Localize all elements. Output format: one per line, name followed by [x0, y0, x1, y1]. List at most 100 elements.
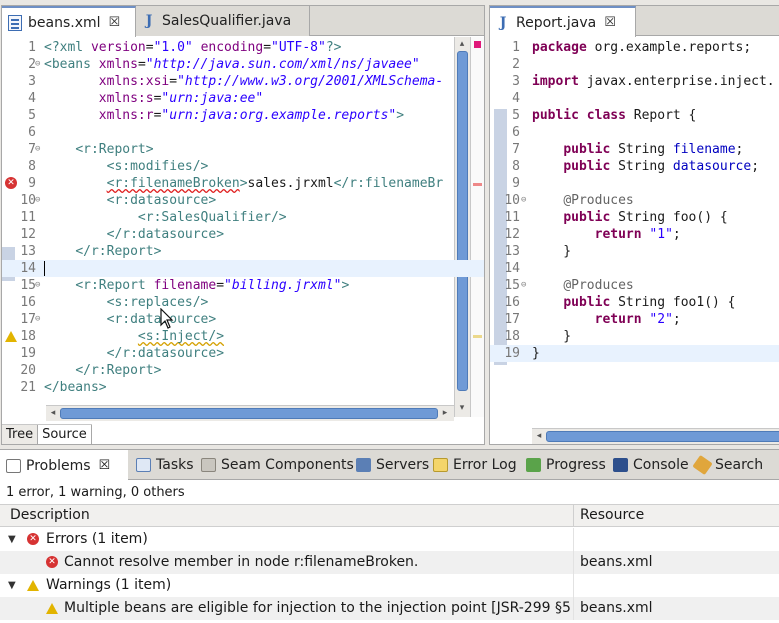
code-line[interactable]: 8 <s:modifies/> — [2, 158, 484, 175]
code-line[interactable]: 18 } — [490, 328, 779, 345]
tab-problems[interactable]: Problems ☒ — [0, 450, 128, 481]
code-line[interactable]: 17 return "2"; — [490, 311, 779, 328]
tab-report-java[interactable]: J Report.java ☒ — [490, 6, 636, 37]
code-line[interactable]: 16 <s:replaces/> — [2, 294, 484, 311]
tab-servers[interactable]: Servers — [356, 450, 429, 480]
code-line[interactable]: 9 <r:filenameBroken>sales.jrxml</r:filen… — [2, 175, 484, 192]
code-line[interactable]: 21 </beans> — [2, 379, 484, 396]
problem-row[interactable]: ✕ Cannot resolve member in node r:filena… — [0, 551, 779, 574]
tab-label: Console — [633, 457, 689, 473]
fold-icon[interactable]: ⊖ — [521, 192, 526, 209]
tab-error-log[interactable]: Error Log — [433, 450, 517, 480]
java-source-text[interactable]: ◂ 1 package org.example.reports; 2 3 import … — [490, 37, 779, 444]
code-line[interactable]: 3 xmlns:xsi="http://www.w3.org/2001/XMLS… — [2, 73, 484, 90]
code-line[interactable]: 16 public String foo1() { — [490, 294, 779, 311]
code-line[interactable]: 6 — [2, 124, 484, 141]
code-line[interactable]: 13 </r:Report> — [2, 243, 484, 260]
tab-progress[interactable]: Progress — [526, 450, 606, 480]
horizontal-scrollbar[interactable]: ◂ — [532, 428, 779, 444]
code-line[interactable]: 1 package org.example.reports; — [490, 39, 779, 56]
editor-mode-tabs: Tree Source — [2, 424, 92, 444]
code-line[interactable]: 4 — [490, 90, 779, 107]
tab-search[interactable]: Search — [692, 450, 763, 480]
code-line[interactable]: 2 <beans xmlns="http://java.sun.com/xml/n… — [2, 56, 484, 73]
scroll-down-icon[interactable]: ▾ — [455, 401, 469, 415]
scroll-left-icon[interactable]: ◂ — [46, 406, 60, 420]
line-number: 21 — [20, 380, 36, 395]
scroll-left-icon[interactable]: ◂ — [532, 429, 546, 443]
code-line[interactable]: 6 — [490, 124, 779, 141]
close-icon[interactable]: ☒ — [604, 15, 616, 30]
fold-icon[interactable]: ⊖ — [521, 277, 526, 294]
code-line[interactable]: 18 <s:Inject/> — [2, 328, 484, 345]
column-divider[interactable] — [573, 505, 574, 527]
close-icon[interactable]: ☒ — [109, 15, 121, 30]
code-line[interactable]: 15 @Produces ⊖ — [490, 277, 779, 294]
code-line[interactable]: 5 public class Report { — [490, 107, 779, 124]
code-line[interactable]: 13 } — [490, 243, 779, 260]
fold-icon[interactable]: ⊖ — [35, 56, 40, 73]
column-resource[interactable]: Resource — [580, 505, 644, 526]
code-line[interactable]: 10 @Produces ⊖ — [490, 192, 779, 209]
code-line[interactable]: 14 — [490, 260, 779, 277]
collapse-icon[interactable]: ▼ — [8, 574, 16, 597]
code-text: </r:datasource> — [44, 345, 224, 362]
tab-console[interactable]: Console — [613, 450, 689, 480]
scrollbar-thumb[interactable] — [546, 431, 779, 442]
tab-sales-qualifier-java[interactable]: J SalesQualifier.java — [136, 6, 310, 36]
group-row-warnings[interactable]: ▼ Warnings (1 item) — [0, 574, 779, 597]
code-text: <r:datasource> — [44, 192, 217, 209]
tab-tasks[interactable]: Tasks — [136, 450, 194, 480]
code-line[interactable]: 9 — [490, 175, 779, 192]
code-line[interactable]: 11 <r:SalesQualifier/> — [2, 209, 484, 226]
code-line[interactable]: 8 public String datasource; — [490, 158, 779, 175]
tab-seam-components[interactable]: Seam Components — [201, 450, 354, 480]
code-line[interactable]: 7 <r:Report> ⊖ — [2, 141, 484, 158]
scrollbar-thumb[interactable] — [60, 408, 438, 419]
code-line[interactable]: 20 </r:Report> — [2, 362, 484, 379]
column-description[interactable]: Description — [10, 505, 90, 526]
code-line[interactable]: 2 — [490, 56, 779, 73]
code-line[interactable]: 17 <r:datasource>⊖ — [2, 311, 484, 328]
code-token: public — [563, 295, 611, 310]
tab-source[interactable]: Source — [38, 425, 92, 444]
code-line[interactable]: 12 return "1"; — [490, 226, 779, 243]
xml-source-text[interactable]: ▴ ▾ ◂ ▸ 1 <?xml version="1.0" encoding="U… — [2, 37, 484, 444]
collapse-icon[interactable]: ▼ — [8, 528, 16, 551]
code-line[interactable]: 1 <?xml version="1.0" encoding="UTF-8"?> — [2, 39, 484, 56]
fold-icon[interactable]: ⊖ — [35, 141, 40, 158]
warning-marker-icon[interactable] — [5, 331, 17, 342]
problems-view[interactable]: Problems ☒ Tasks Seam Components Servers… — [0, 449, 779, 623]
close-icon[interactable]: ☒ — [99, 458, 111, 473]
code-token: "billing.jrxml" — [224, 278, 342, 293]
code-line[interactable]: 7 public String filename; — [490, 141, 779, 158]
code-line[interactable]: 12 </r:datasource> — [2, 226, 484, 243]
code-line[interactable]: 3 import javax.enterprise.inject. — [490, 73, 779, 90]
problem-row[interactable]: Multiple beans are eligible for injectio… — [0, 597, 779, 620]
beans-xml-editor[interactable]: beans.xml ☒ J SalesQualifier.java ▴ ▾ ◂ … — [1, 5, 485, 445]
error-marker-icon[interactable]: ✕ — [5, 177, 17, 189]
fold-icon[interactable]: ⊖ — [35, 192, 40, 209]
report-java-editor[interactable]: J Report.java ☒ ◂ 1 package org.example.r… — [489, 5, 779, 445]
scroll-right-icon[interactable]: ▸ — [438, 406, 452, 420]
group-row-errors[interactable]: ▼ ✕ Errors (1 item) — [0, 528, 779, 551]
horizontal-scrollbar[interactable]: ◂ ▸ — [46, 405, 454, 421]
code-line[interactable]: 15 <r:Report filename="billing.jrxml"> ⊖ — [2, 277, 484, 294]
fold-icon[interactable]: ⊖ — [35, 277, 40, 294]
code-line[interactable]: 4 xmlns:s="urn:java:ee" — [2, 90, 484, 107]
line-number: 5 — [512, 108, 520, 123]
fold-icon[interactable]: ⊖ — [35, 311, 40, 328]
code-line[interactable]: 19 </r:datasource> — [2, 345, 484, 362]
code-line[interactable]: 10 <r:datasource> ⊖ — [2, 192, 484, 209]
tab-beans-xml[interactable]: beans.xml ☒ — [2, 6, 136, 37]
tab-label: SalesQualifier.java — [162, 13, 292, 29]
code-token: = — [137, 57, 146, 72]
code-token: sales.jrxml — [247, 176, 334, 191]
column-divider — [573, 551, 574, 574]
tab-tree[interactable]: Tree — [2, 425, 39, 444]
code-line[interactable]: 19} — [490, 345, 779, 362]
code-line[interactable]: 14 — [2, 260, 484, 277]
code-text: package org.example.reports; — [532, 39, 751, 56]
code-line[interactable]: 11 public String foo() { — [490, 209, 779, 226]
code-line[interactable]: 5 xmlns:r="urn:java:org.example.reports"… — [2, 107, 484, 124]
